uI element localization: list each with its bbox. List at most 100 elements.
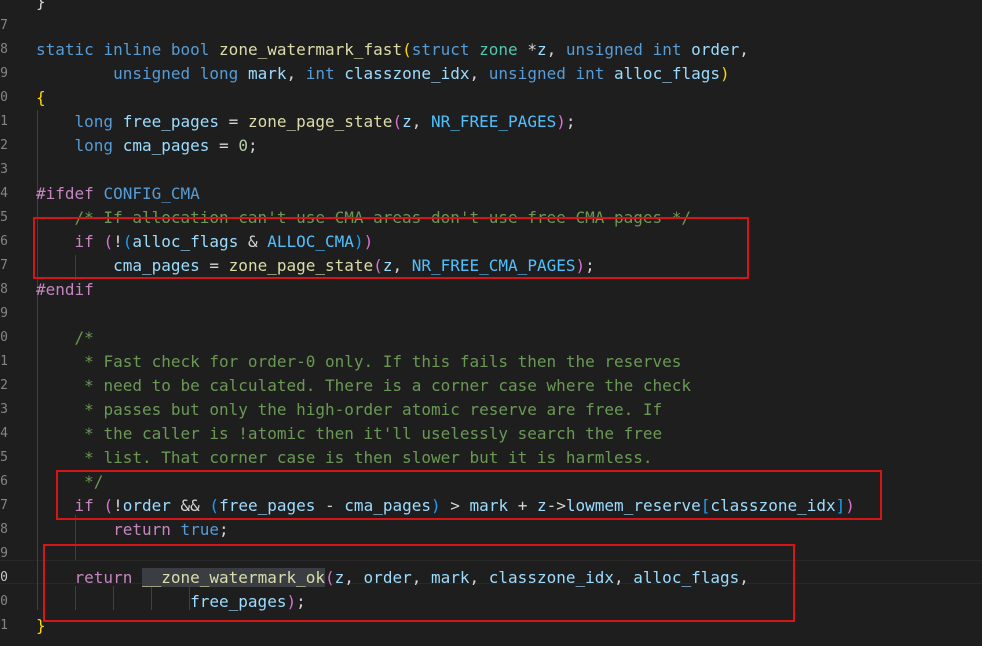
line-number: 5: [0, 450, 8, 465]
code-token: zone: [479, 40, 518, 59]
code-token: alloc_flags: [614, 64, 720, 83]
code-token: ;: [565, 112, 576, 131]
line-number: 4: [0, 186, 8, 201]
code-token: =: [209, 136, 239, 155]
code-token: ,: [739, 40, 749, 59]
highlight-box-fast-check: [56, 470, 882, 520]
code-token: ,: [411, 112, 431, 131]
code-token: ,: [469, 64, 489, 83]
code-line: long free_pages = zone_page_state(z, NR_…: [36, 110, 576, 134]
code-token: zone_page_state: [247, 112, 393, 131]
code-token: ;: [247, 136, 258, 155]
line-number: 2: [0, 138, 8, 153]
code-token: * passes but only the high-order atomic …: [84, 400, 663, 419]
code-token: * need to be calculated. There is a corn…: [84, 376, 692, 395]
code-token: z: [536, 40, 547, 59]
line-number: 7: [0, 258, 8, 273]
line-number: 8: [0, 522, 8, 537]
code-token: int: [305, 64, 335, 83]
code-line: {: [36, 86, 46, 110]
code-editor[interactable]: 7 8 9 0 1 2 3 4 5 6 7 8 9 0 1 2 3 4 5 6 7 8 9 0 0 1 } static inlin…: [0, 0, 982, 646]
code-token: ,: [286, 64, 306, 83]
line-number: 2: [0, 378, 8, 393]
line-number: 1: [0, 618, 8, 633]
code-token: (: [392, 112, 403, 131]
line-number: 8: [0, 42, 8, 57]
line-number: 9: [0, 66, 8, 81]
code-token: #endif: [36, 280, 94, 299]
code-token: classzone_idx: [344, 64, 470, 83]
code-token: int: [652, 40, 682, 59]
line-number: 9: [0, 546, 8, 561]
line-number: 6: [0, 234, 8, 249]
line-number: 1: [0, 114, 8, 129]
code-token: * list. That corner case is then slower …: [84, 448, 653, 467]
code-token: unsigned: [565, 40, 643, 59]
code-token: NR_FREE_PAGES: [430, 112, 557, 131]
code-line: #ifdef CONFIG_CMA: [36, 182, 200, 206]
code-token: bool: [170, 40, 210, 59]
code-token: ): [720, 64, 730, 83]
code-token: (: [402, 40, 412, 59]
line-number: 1: [0, 354, 8, 369]
code-token: =: [219, 112, 248, 131]
line-number: 3: [0, 402, 8, 417]
code-token: static: [36, 40, 94, 59]
code-token: ;: [219, 520, 229, 539]
code-line: * Fast check for order-0 only. If this f…: [36, 350, 681, 374]
line-number-gutter: 7 8 9 0 1 2 3 4 5 6 7 8 9 0 1 2 3 4 5 6 7 8 9 0 0 1: [0, 0, 8, 646]
code-token: #ifdef: [36, 184, 94, 203]
highlight-box-cma-check: [33, 217, 749, 279]
code-token: int: [575, 64, 605, 83]
line-number: 0: [0, 90, 8, 105]
code-token: /*: [74, 328, 94, 347]
code-line: * the caller is !atomic then it'll usele…: [36, 422, 662, 446]
code-token: ,: [546, 40, 566, 59]
code-token: 0: [238, 136, 248, 155]
code-token: cma_pages: [122, 136, 210, 155]
line-number: 3: [0, 162, 8, 177]
code-token: mark: [247, 64, 287, 83]
code-line: * need to be calculated. There is a corn…: [36, 374, 691, 398]
code-token: true: [180, 520, 220, 539]
code-token: long: [74, 136, 114, 155]
code-line: * list. That corner case is then slower …: [36, 446, 653, 470]
line-number: 9: [0, 306, 8, 321]
code-token: inline: [103, 40, 162, 59]
line-number: 0: [0, 330, 8, 345]
code-token: * the caller is !atomic then it'll usele…: [84, 424, 663, 443]
line-number: 8: [0, 282, 8, 297]
code-token: struct: [411, 40, 470, 59]
code-line: static inline bool zone_watermark_fast(s…: [36, 38, 749, 62]
code-token: zone_watermark_fast: [219, 40, 403, 59]
code-token: long: [74, 112, 114, 131]
code-token: unsigned: [488, 64, 566, 83]
code-token: long: [199, 64, 239, 83]
code-token: z: [402, 112, 412, 131]
line-number: 4: [0, 426, 8, 441]
code-line: return true;: [36, 518, 229, 542]
code-token: return: [113, 520, 171, 539]
code-line: unsigned long mark, int classzone_idx, u…: [36, 62, 730, 86]
line-number: 7: [0, 498, 8, 513]
line-number: 7: [0, 18, 8, 33]
code-token: *: [517, 40, 537, 59]
code-token: * Fast check for order-0 only. If this f…: [84, 352, 682, 371]
